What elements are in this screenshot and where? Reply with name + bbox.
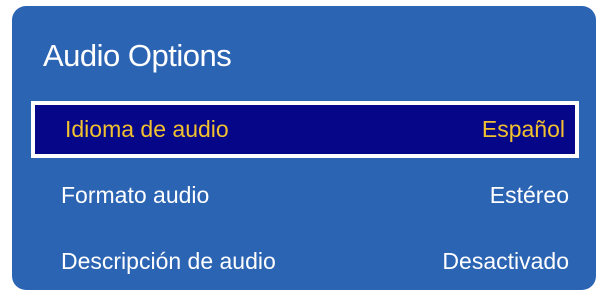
menu-item-label: Formato audio bbox=[61, 182, 210, 208]
audio-options-menu: Idioma de audio Español Formato audio Es… bbox=[31, 101, 579, 299]
menu-item-value: Español bbox=[481, 116, 565, 142]
audio-options-panel: Audio Options Idioma de audio Español Fo… bbox=[12, 6, 596, 290]
menu-item-value: Desactivado bbox=[442, 248, 569, 274]
menu-item-label: Idioma de audio bbox=[65, 116, 229, 142]
menu-item-descripcion-de-audio[interactable]: Descripción de audio Desactivado bbox=[31, 233, 579, 290]
menu-item-label: Descripción de audio bbox=[61, 248, 276, 274]
menu-item-idioma-de-audio[interactable]: Idioma de audio Español bbox=[31, 101, 579, 158]
menu-item-value: Estéreo bbox=[489, 182, 569, 208]
menu-item-formato-audio[interactable]: Formato audio Estéreo bbox=[31, 167, 579, 224]
panel-title: Audio Options bbox=[43, 38, 232, 73]
